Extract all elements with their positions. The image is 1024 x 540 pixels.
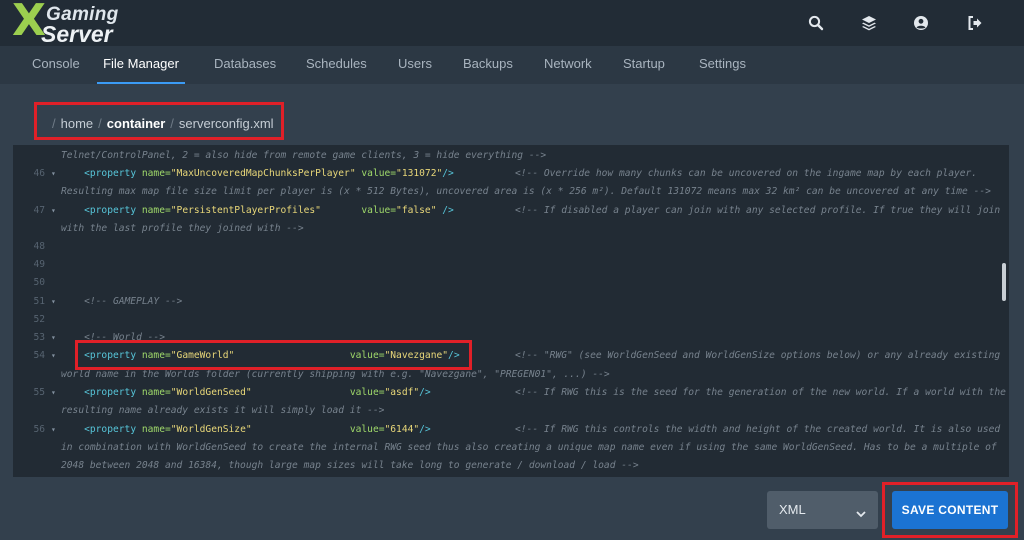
line-number: 52: [33, 314, 45, 325]
line-comment: with the last profile they joined with -…: [61, 223, 304, 234]
tab-schedules[interactable]: Schedules: [306, 46, 367, 84]
line-comment: <!-- "RWG" (see WorldGenSeed and WorldGe…: [515, 350, 1001, 361]
language-select[interactable]: XML: [767, 491, 878, 529]
editor-line: 50: [13, 274, 1009, 292]
line-number: 50: [33, 277, 45, 288]
search-icon[interactable]: [805, 12, 827, 34]
editor-line: 49: [13, 256, 1009, 274]
line-comment: resulting name already exists it will si…: [61, 405, 385, 416]
language-select-value: XML: [779, 502, 806, 517]
line-comment: 2048 between 2048 and 16384, though larg…: [61, 460, 639, 471]
tab-startup[interactable]: Startup: [623, 46, 665, 84]
line-comment: <!-- Override how many chunks can be unc…: [515, 168, 978, 179]
editor-line: 2048 between 2048 and 16384, though larg…: [13, 457, 1009, 475]
tab-network[interactable]: Network: [544, 46, 592, 84]
line-code: <property name="WorldGenSeed" value="asd…: [84, 387, 431, 398]
fold-arrow-icon[interactable]: ▾: [51, 329, 56, 347]
editor-line: Resulting max map file size limit per pl…: [13, 183, 1009, 201]
save-highlight-box: [882, 482, 1018, 538]
line-number: 54: [33, 350, 45, 361]
code-editor[interactable]: Telnet/ControlPanel, 2 = also hide from …: [13, 145, 1009, 477]
line-number: 47: [33, 205, 45, 216]
editor-line: Telnet/ControlPanel, 2 = also hide from …: [13, 147, 1009, 165]
fold-arrow-icon[interactable]: ▾: [51, 165, 56, 183]
line-comment: Telnet/ControlPanel, 2 = also hide from …: [61, 150, 547, 161]
tab-databases[interactable]: Databases: [214, 46, 276, 84]
line-comment: in combination with WorldGenSeed to crea…: [61, 442, 997, 453]
editor-line: 56 ▾ <property name="WorldGenSize" value…: [13, 421, 1009, 439]
line-number: 49: [33, 259, 45, 270]
tab-backups[interactable]: Backups: [463, 46, 513, 84]
tab-settings[interactable]: Settings: [699, 46, 746, 84]
server-nav: Console File Manager Databases Schedules…: [0, 46, 1024, 84]
line-number: 56: [33, 424, 45, 435]
logo-text-server: Server: [41, 21, 113, 47]
line-comment: Resulting max map file size limit per pl…: [61, 186, 991, 197]
editor-scrollbar[interactable]: [1002, 263, 1006, 301]
logo[interactable]: X Gaming Server: [12, 0, 128, 47]
line-number: 46: [33, 168, 45, 179]
editor-line: 48: [13, 238, 1009, 256]
fold-arrow-icon[interactable]: ▾: [51, 347, 56, 365]
editor-line: 47 ▾ <property name="PersistentPlayerPro…: [13, 202, 1009, 220]
chevron-down-icon: [856, 505, 866, 523]
editor-line: 46 ▾ <property name="MaxUncoveredMapChun…: [13, 165, 1009, 183]
fold-arrow-icon[interactable]: ▾: [51, 202, 56, 220]
tab-file-manager[interactable]: File Manager: [97, 46, 185, 84]
editor-line: 52: [13, 311, 1009, 329]
editor-line: 51 ▾ <!-- GAMEPLAY -->: [13, 293, 1009, 311]
line-comment: <!-- If disabled a player can join with …: [515, 205, 1001, 216]
layers-icon[interactable]: [858, 12, 880, 34]
line-code: <property name="WorldGenSize" value="614…: [84, 424, 431, 435]
account-icon[interactable]: [910, 12, 932, 34]
editor-line: with the last profile they joined with -…: [13, 220, 1009, 238]
line-comment: <!-- If RWG this controls the width and …: [515, 424, 1001, 435]
fold-arrow-icon[interactable]: ▾: [51, 421, 56, 439]
editor-line: 55 ▾ <property name="WorldGenSeed" value…: [13, 384, 1009, 402]
editor-line: in combination with WorldGenSeed to crea…: [13, 439, 1009, 457]
fold-arrow-icon[interactable]: ▾: [51, 384, 56, 402]
top-bar: X Gaming Server: [0, 0, 1024, 46]
line-comment: <!-- GAMEPLAY -->: [61, 296, 183, 307]
breadcrumb-highlight-box: [34, 102, 284, 140]
line-number: 55: [33, 387, 45, 398]
editor-line: resulting name already exists it will si…: [13, 402, 1009, 420]
gameworld-highlight-box: [75, 340, 472, 370]
line-code: <property name="MaxUncoveredMapChunksPer…: [84, 168, 454, 179]
line-number: 53: [33, 332, 45, 343]
tab-users[interactable]: Users: [398, 46, 432, 84]
tab-console[interactable]: Console: [32, 46, 80, 84]
logout-icon[interactable]: [964, 12, 986, 34]
line-code: <property name="PersistentPlayerProfiles…: [84, 205, 454, 216]
line-comment: <!-- If RWG this is the seed for the gen…: [515, 387, 1006, 398]
fold-arrow-icon[interactable]: ▾: [51, 293, 56, 311]
line-number: 51: [33, 296, 45, 307]
line-number: 48: [33, 241, 45, 252]
